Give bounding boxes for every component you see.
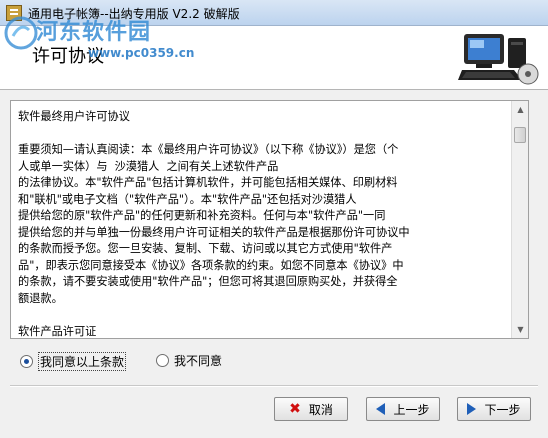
license-spacer (18, 307, 510, 324)
agree-option[interactable]: 我同意以上条款 (20, 352, 127, 371)
license-body: 重要须知—请认真阅读：本《最终用户许可协议》（以下称《协议》）是您（个 人或单一… (18, 143, 410, 305)
arrow-left-icon (376, 403, 386, 415)
license-scrollbar[interactable]: ▲ ▼ (511, 101, 528, 338)
cancel-button[interactable]: ✖ 取消 (274, 397, 348, 421)
close-icon: ✖ (289, 401, 301, 417)
scroll-down-icon[interactable]: ▼ (513, 321, 528, 338)
agree-label[interactable]: 我同意以上条款 (38, 352, 127, 371)
agree-radio[interactable] (20, 355, 33, 368)
cancel-label: 取消 (308, 402, 333, 417)
scroll-thumb[interactable] (514, 127, 526, 143)
computer-icon (458, 34, 539, 85)
scroll-up-icon[interactable]: ▲ (513, 101, 528, 118)
disagree-option[interactable]: 我不同意 (156, 352, 222, 369)
back-label: 上一步 (393, 402, 430, 417)
license-section-heading: 软件产品许可证 (18, 324, 97, 338)
license-text: 软件最终用户许可协议 重要须知—请认真阅读：本《最终用户许可协议》（以下称《协议… (18, 109, 510, 338)
disagree-radio[interactable] (156, 354, 169, 367)
watermark-logo-icon (4, 16, 38, 50)
watermark-url: www.pc0359.cn (88, 46, 195, 60)
license-spacer (18, 126, 510, 143)
license-text-box[interactable]: 软件最终用户许可协议 重要须知—请认真阅读：本《最终用户许可协议》（以下称《协议… (10, 100, 529, 339)
next-button[interactable]: 下一步 (457, 397, 531, 421)
divider (10, 385, 538, 387)
watermark-name: 河东软件园 (36, 20, 152, 45)
next-label: 下一步 (484, 402, 521, 417)
license-title: 软件最终用户许可协议 (18, 110, 130, 123)
back-button[interactable]: 上一步 (366, 397, 440, 421)
arrow-right-icon (467, 403, 477, 415)
disagree-label[interactable]: 我不同意 (174, 352, 222, 369)
